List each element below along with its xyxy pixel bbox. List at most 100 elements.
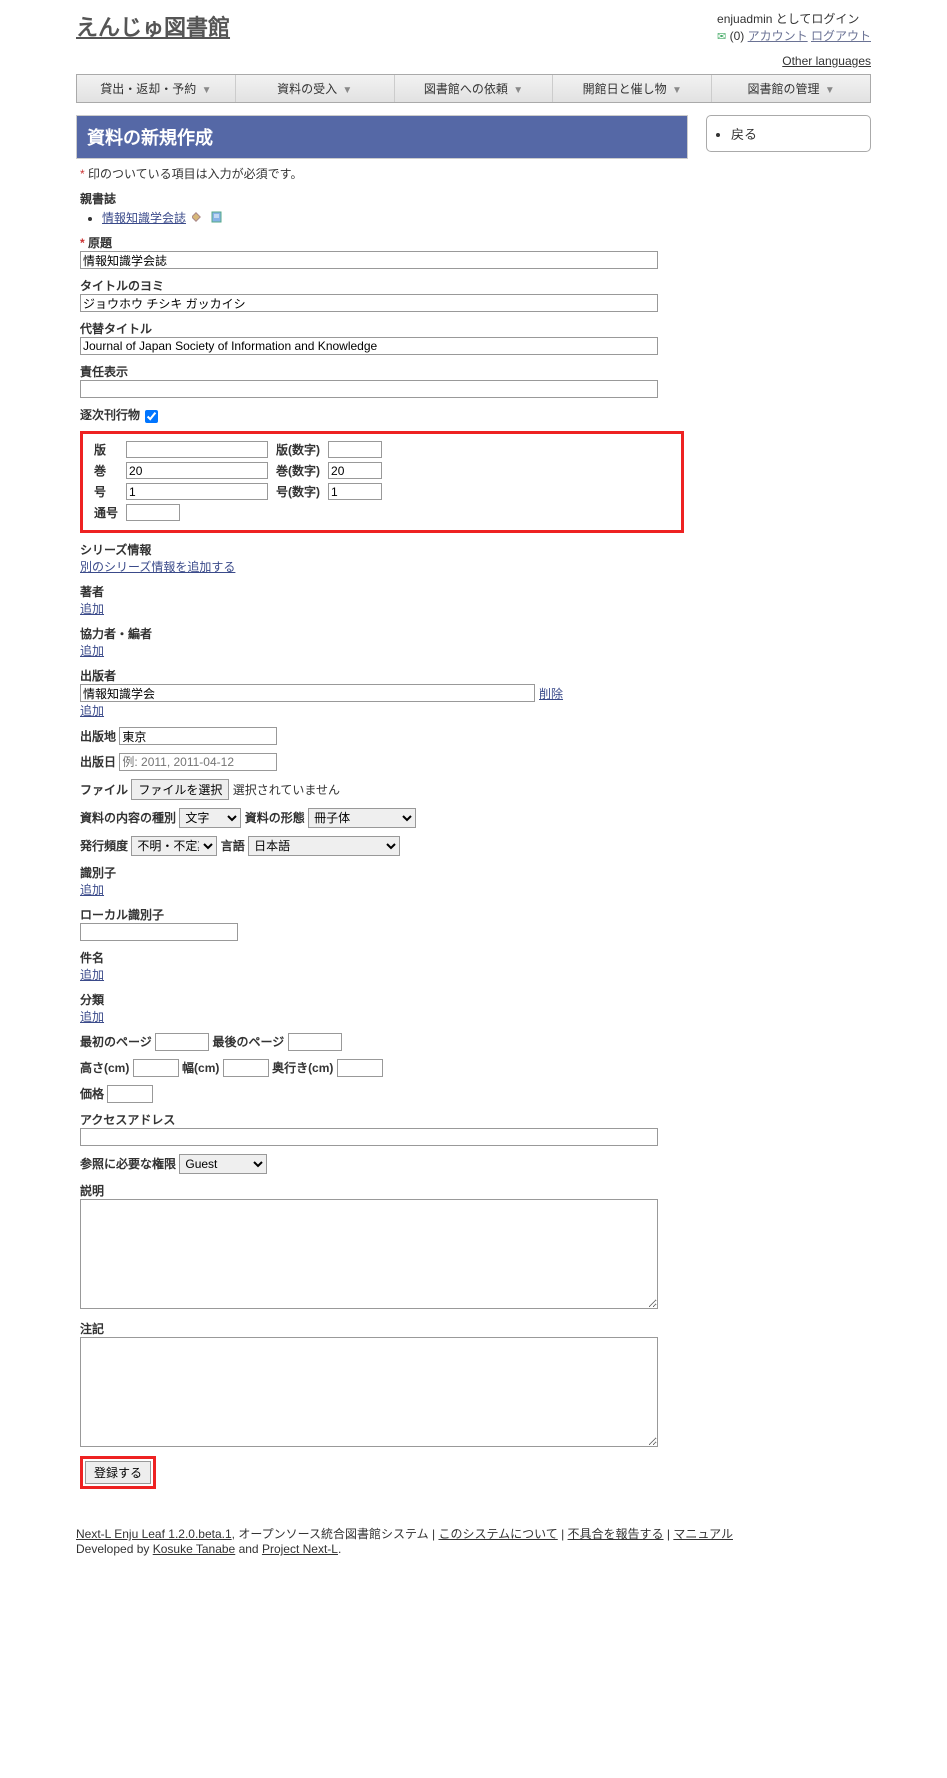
original-title-input[interactable] xyxy=(80,251,658,269)
add-classification-link[interactable]: 追加 xyxy=(80,1010,104,1024)
height-label: 高さ(cm) xyxy=(80,1061,129,1075)
account-link[interactable]: アカウント xyxy=(748,29,808,43)
menu-checkout[interactable]: 貸出・返却・予約 ▼ xyxy=(77,75,236,102)
issue-input[interactable] xyxy=(126,483,268,500)
tag-icon[interactable] xyxy=(192,211,204,226)
volume-label: 巻 xyxy=(91,461,121,480)
menu-events[interactable]: 開館日と催し物 ▼ xyxy=(553,75,712,102)
identifier-label: 識別子 xyxy=(80,864,684,881)
add-author-link[interactable]: 追加 xyxy=(80,602,104,616)
edition-num-input[interactable] xyxy=(328,441,382,458)
file-label: ファイル xyxy=(80,783,128,797)
responsibility-label: 責任表示 xyxy=(80,363,684,380)
pubplace-label: 出版地 xyxy=(80,730,116,744)
footer: Next-L Enju Leaf 1.2.0.beta.1, オープンソース統合… xyxy=(76,1525,871,1556)
footer-dev1-link[interactable]: Kosuke Tanabe xyxy=(153,1542,236,1556)
access-label: アクセスアドレス xyxy=(80,1111,684,1128)
price-input[interactable] xyxy=(107,1085,153,1103)
add-subject-link[interactable]: 追加 xyxy=(80,968,104,982)
language-label: 言語 xyxy=(221,839,245,853)
publisher-input[interactable] xyxy=(80,684,535,702)
subject-label: 件名 xyxy=(80,949,684,966)
responsibility-input[interactable] xyxy=(80,380,658,398)
edition-label: 版 xyxy=(91,440,121,459)
yomi-input[interactable] xyxy=(80,294,658,312)
logout-link[interactable]: ログアウト xyxy=(811,29,871,43)
volume-num-label: 巻(数字) xyxy=(273,461,323,480)
volume-num-input[interactable] xyxy=(328,462,382,479)
menu-request[interactable]: 図書館への依頼 ▼ xyxy=(395,75,554,102)
message-count: (0) xyxy=(730,29,745,43)
role-select[interactable]: Guest xyxy=(179,1154,267,1174)
frequency-select[interactable]: 不明・不定期刊 xyxy=(131,836,217,856)
height-input[interactable] xyxy=(133,1059,179,1077)
footer-dev2-link[interactable]: Project Next-L xyxy=(262,1542,338,1556)
note-textarea[interactable] xyxy=(80,1337,658,1447)
serial-checkbox[interactable] xyxy=(145,410,158,423)
last-page-label: 最後のページ xyxy=(212,1035,284,1049)
required-mark: * xyxy=(80,167,85,181)
issue-num-input[interactable] xyxy=(328,483,382,500)
last-page-input[interactable] xyxy=(288,1033,342,1051)
frequency-label: 発行頻度 xyxy=(80,839,128,853)
width-label: 幅(cm) xyxy=(182,1061,219,1075)
first-page-label: 最初のページ xyxy=(80,1035,152,1049)
chevron-down-icon: ▼ xyxy=(202,85,212,96)
menu-acquisition[interactable]: 資料の受入 ▼ xyxy=(236,75,395,102)
mail-icon: ✉ xyxy=(717,31,726,43)
footer-about-link[interactable]: このシステムについて xyxy=(438,1527,557,1541)
pubdate-label: 出版日 xyxy=(80,755,116,769)
footer-version-link[interactable]: Next-L Enju Leaf 1.2.0.beta.1 xyxy=(76,1527,232,1541)
issue-num-label: 号(数字) xyxy=(273,482,323,501)
add-contributor-link[interactable]: 追加 xyxy=(80,644,104,658)
note-label: 注記 xyxy=(80,1320,684,1337)
first-page-input[interactable] xyxy=(155,1033,209,1051)
yomi-label: タイトルのヨミ xyxy=(80,277,684,294)
description-label: 説明 xyxy=(80,1182,684,1199)
access-input[interactable] xyxy=(80,1128,658,1146)
author-label: 著者 xyxy=(80,583,684,600)
other-languages-link[interactable]: Other languages xyxy=(782,54,871,68)
side-panel: 戻る xyxy=(706,115,871,152)
edition-num-label: 版(数字) xyxy=(273,440,323,459)
price-label: 価格 xyxy=(80,1087,104,1101)
language-select[interactable]: 日本語 xyxy=(248,836,400,856)
footer-report-link[interactable]: 不具合を報告する xyxy=(568,1527,664,1541)
series-label: シリーズ情報 xyxy=(80,541,684,558)
volume-input[interactable] xyxy=(126,462,268,479)
description-textarea[interactable] xyxy=(80,1199,658,1309)
serial-no-input[interactable] xyxy=(126,504,180,521)
chevron-down-icon: ▼ xyxy=(672,85,682,96)
pubplace-input[interactable] xyxy=(119,727,277,745)
delete-publisher-link[interactable]: 削除 xyxy=(539,685,563,702)
add-series-link[interactable]: 別のシリーズ情報を追加する xyxy=(80,560,235,574)
footer-manual-link[interactable]: マニュアル xyxy=(673,1527,733,1541)
site-title[interactable]: えんじゅ図書館 xyxy=(76,10,230,44)
depth-label: 奥行き(cm) xyxy=(272,1061,333,1075)
content-type-select[interactable]: 文字 xyxy=(179,808,241,828)
edition-input[interactable] xyxy=(126,441,268,458)
parent-label: 親書誌 xyxy=(80,190,684,207)
file-choose-button[interactable]: ファイルを選択 xyxy=(131,779,229,800)
add-identifier-link[interactable]: 追加 xyxy=(80,883,104,897)
page-title: 資料の新規作成 xyxy=(76,115,688,159)
contributor-label: 協力者・編者 xyxy=(80,625,684,642)
login-user-text: enjuadmin としてログイン xyxy=(717,10,871,27)
parent-link[interactable]: 情報知識学会誌 xyxy=(102,211,186,225)
issue-label: 号 xyxy=(91,482,121,501)
carrier-select[interactable]: 冊子体 xyxy=(308,808,416,828)
alt-title-input[interactable] xyxy=(80,337,658,355)
book-icon[interactable] xyxy=(211,211,223,226)
add-publisher-link[interactable]: 追加 xyxy=(80,704,104,718)
local-id-label: ローカル識別子 xyxy=(80,906,684,923)
depth-input[interactable] xyxy=(337,1059,383,1077)
width-input[interactable] xyxy=(223,1059,269,1077)
pubdate-input[interactable] xyxy=(119,753,277,771)
classification-label: 分類 xyxy=(80,991,684,1008)
back-link[interactable]: 戻る xyxy=(731,127,757,142)
submit-button[interactable]: 登録する xyxy=(85,1461,151,1484)
content-type-label: 資料の内容の種別 xyxy=(80,811,176,825)
login-area: enjuadmin としてログイン ✉ (0) アカウント ログアウト xyxy=(717,10,871,44)
menu-admin[interactable]: 図書館の管理 ▼ xyxy=(712,75,870,102)
local-id-input[interactable] xyxy=(80,923,238,941)
